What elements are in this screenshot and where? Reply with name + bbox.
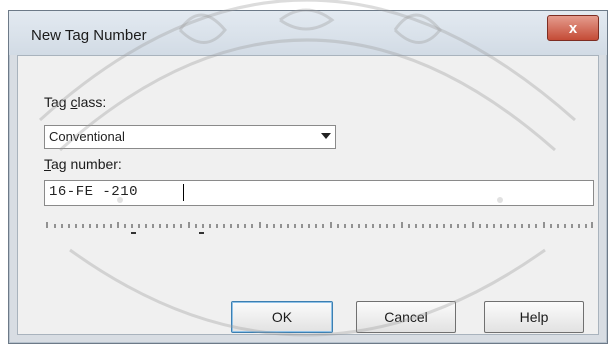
text-caret	[183, 184, 184, 201]
character-ruler	[46, 222, 593, 234]
tag-class-selected-value: Conventional	[49, 129, 125, 144]
close-button[interactable]: x	[547, 15, 599, 41]
tag-number-value: 16-FE -210	[49, 184, 139, 200]
chevron-down-icon[interactable]	[318, 127, 334, 145]
tag-number-input[interactable]: 16-FE -210	[44, 180, 594, 206]
tag-number-label: Tag number:	[44, 156, 122, 172]
close-icon: x	[568, 19, 578, 37]
help-button[interactable]: Help	[484, 301, 584, 333]
tag-class-label: Tag class:	[44, 94, 107, 110]
dialog-client-area: Tag class: Conventional Tag number: 16-F…	[17, 55, 599, 335]
dialog-title: New Tag Number	[31, 27, 147, 44]
cancel-button[interactable]: Cancel	[356, 301, 456, 333]
new-tag-number-dialog: New Tag Number x Tag class: Conventional…	[8, 10, 608, 344]
ok-button[interactable]: OK	[231, 301, 333, 333]
title-bar[interactable]: New Tag Number x	[9, 11, 607, 55]
tag-class-select[interactable]: Conventional	[44, 125, 336, 149]
